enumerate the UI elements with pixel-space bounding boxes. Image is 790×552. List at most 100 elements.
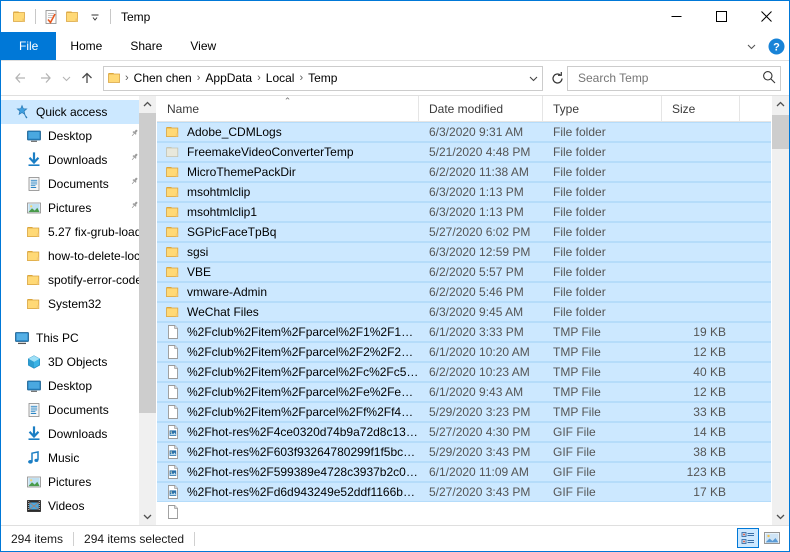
file-name-label: %2Fclub%2Fitem%2Fparcel%2F2%2F245... [187, 345, 419, 359]
table-row[interactable]: Adobe_CDMLogs 6/3/2020 9:31 AM File folder [157, 122, 789, 142]
table-row[interactable] [157, 502, 789, 522]
tab-view[interactable]: View [176, 32, 230, 60]
3dobjects-icon [25, 354, 43, 370]
cell-type: File folder [553, 225, 606, 239]
sidebar-item-downloads[interactable]: Downloads [1, 148, 156, 172]
file-name-label: msohtmlclip1 [187, 205, 258, 219]
tab-file[interactable]: File [1, 32, 57, 60]
expand-ribbon-chevron-down-icon[interactable] [741, 36, 761, 56]
breadcrumb[interactable]: › Chen chen › AppData › Local › Temp [103, 65, 543, 91]
sidebar-item-videos[interactable]: Videos [1, 494, 156, 518]
close-button[interactable] [744, 1, 789, 32]
sidebar-item-pictures[interactable]: Pictures [1, 470, 156, 494]
sidebar-item-documents[interactable]: Documents [1, 398, 156, 422]
table-row[interactable]: SGPicFaceTpBq 5/27/2020 6:02 PM File folde… [157, 222, 789, 242]
sidebar-item-pictures[interactable]: Pictures [1, 196, 156, 220]
table-row[interactable]: WeChat Files 6/3/2020 9:45 AM File folder [157, 302, 789, 322]
tab-share[interactable]: Share [116, 32, 176, 60]
file-name-label: %2Fhot-res%2Fd6d943249e52ddf1166b44... [187, 485, 419, 499]
sidebar-item-desktop[interactable]: Desktop [1, 124, 156, 148]
folder-icon [165, 244, 181, 260]
large-icons-view-button[interactable] [761, 528, 783, 548]
folder-icon [165, 164, 181, 180]
tab-home[interactable]: Home [56, 32, 116, 60]
table-row[interactable]: %2Fhot-res%2F4ce0320d74b9a72d8c13d... 5/2… [157, 422, 789, 442]
sidebar-item-system32[interactable]: System32 [1, 292, 156, 316]
breadcrumb-item-0[interactable]: Chen chen [130, 71, 196, 85]
cell-name: VBE [157, 264, 419, 280]
sidebar-item-music[interactable]: Music [1, 446, 156, 470]
breadcrumb-item-1[interactable]: AppData [201, 71, 256, 85]
breadcrumb-item-2[interactable]: Local [262, 71, 299, 85]
sidebar-item-documents[interactable]: Documents [1, 172, 156, 196]
table-row[interactable]: %2Fclub%2Fitem%2Fparcel%2F1%2F149... 6/1/… [157, 322, 789, 342]
breadcrumb-item-3[interactable]: Temp [304, 71, 341, 85]
documents-icon [25, 402, 43, 418]
back-button[interactable] [9, 66, 33, 90]
address-dropdown-chevron-down-icon[interactable] [524, 73, 542, 84]
table-row[interactable]: %2Fhot-res%2F603f93264780299f1f5bc4d... 5… [157, 442, 789, 462]
file-name-label: SGPicFaceTpBq [187, 225, 277, 239]
column-header-name[interactable]: ⌃ Name [157, 96, 419, 121]
search-icon[interactable] [762, 70, 776, 87]
minimize-button[interactable] [654, 1, 699, 32]
navigation-pane: Quick access Desktop Downloads Documents Pic… [1, 96, 157, 525]
table-row[interactable]: FreemakeVideoConverterTemp 5/21/2020 4:48… [157, 142, 789, 162]
sidebar-item-how-to-delete-lock[interactable]: how-to-delete-lock [1, 244, 156, 268]
forward-button[interactable] [33, 66, 57, 90]
sidebar-item-desktop[interactable]: Desktop [1, 374, 156, 398]
table-row[interactable]: msohtmlclip 6/3/2020 1:13 PM File folder [157, 182, 789, 202]
table-row[interactable]: MicroThemePackDir 6/2/2020 11:38 AM File f… [157, 162, 789, 182]
maximize-button[interactable] [699, 1, 744, 32]
properties-icon[interactable] [40, 6, 62, 28]
sidebar-item-5-27-fix-grub-loader[interactable]: 5.27 fix-grub-loader [1, 220, 156, 244]
table-row[interactable]: %2Fclub%2Fitem%2Fparcel%2Ff%2Ff46d... 5/2… [157, 402, 789, 422]
folder-icon[interactable] [9, 6, 31, 28]
file-list-scrollbar[interactable] [771, 96, 789, 525]
nav-scroll-down-button[interactable] [139, 508, 156, 525]
cell-size: 123 KB [686, 465, 726, 479]
help-icon[interactable]: ? [767, 37, 785, 55]
file-rows[interactable]: Adobe_CDMLogs 6/3/2020 9:31 AM File folder… [157, 122, 789, 525]
file-scroll-down-button[interactable] [772, 508, 789, 525]
up-button[interactable] [75, 66, 99, 90]
cell-name: msohtmlclip1 [157, 204, 419, 220]
sidebar-item-downloads[interactable]: Downloads [1, 422, 156, 446]
table-row[interactable]: %2Fclub%2Fitem%2Fparcel%2Fe%2Fe5b... 6/1/… [157, 382, 789, 402]
sidebar-item-spotify-error-code[interactable]: spotify-error-code [1, 268, 156, 292]
navigation-scrollbar[interactable] [139, 96, 156, 525]
column-header-type[interactable]: Type [543, 96, 662, 121]
cell-date-modified: 6/2/2020 10:23 AM [429, 365, 530, 379]
table-row[interactable]: %2Fhot-res%2F599389e4728c3937b2c03e... 6/… [157, 462, 789, 482]
cell-type: File folder [553, 165, 606, 179]
sidebar-item-3d-objects[interactable]: 3D Objects [1, 350, 156, 374]
sidebar-item-label: Desktop [48, 379, 93, 393]
search-box[interactable] [567, 65, 781, 91]
file-name-label: msohtmlclip [187, 185, 251, 199]
table-row[interactable]: %2Fclub%2Fitem%2Fparcel%2Fc%2Fc58... 6/2/… [157, 362, 789, 382]
table-row[interactable]: msohtmlclip1 6/3/2020 1:13 PM File folder [157, 202, 789, 222]
table-row[interactable]: %2Fclub%2Fitem%2Fparcel%2F2%2F245... 6/1/… [157, 342, 789, 362]
recent-locations-chevron-down-icon[interactable] [57, 66, 75, 90]
nav-scroll-thumb[interactable] [139, 113, 156, 413]
chevron-down-icon[interactable] [84, 6, 106, 28]
table-row[interactable]: VBE 6/2/2020 5:57 PM File folder [157, 262, 789, 282]
view-mode-buttons [737, 528, 783, 548]
file-name-label: %2Fhot-res%2F603f93264780299f1f5bc4d... [187, 445, 419, 459]
new-folder-icon[interactable] [62, 6, 84, 28]
desktop-icon [25, 378, 43, 394]
sidebar-item-quick-access[interactable]: Quick access [1, 100, 156, 124]
column-header-size[interactable]: Size [662, 96, 740, 121]
table-row[interactable]: sgsi 6/3/2020 12:59 PM File folder [157, 242, 789, 262]
nav-group-gap [1, 316, 156, 326]
file-scroll-up-button[interactable] [772, 96, 789, 113]
refresh-button[interactable] [547, 71, 567, 86]
column-header-date-modified[interactable]: Date modified [419, 96, 543, 121]
details-view-button[interactable] [737, 528, 759, 548]
search-input[interactable] [576, 70, 762, 86]
table-row[interactable]: vmware-Admin 6/2/2020 5:46 PM File folder [157, 282, 789, 302]
sidebar-item-this-pc[interactable]: This PC [1, 326, 156, 350]
nav-scroll-up-button[interactable] [139, 96, 156, 113]
file-scroll-thumb[interactable] [772, 115, 789, 149]
table-row[interactable]: %2Fhot-res%2Fd6d943249e52ddf1166b44... 5/… [157, 482, 789, 502]
